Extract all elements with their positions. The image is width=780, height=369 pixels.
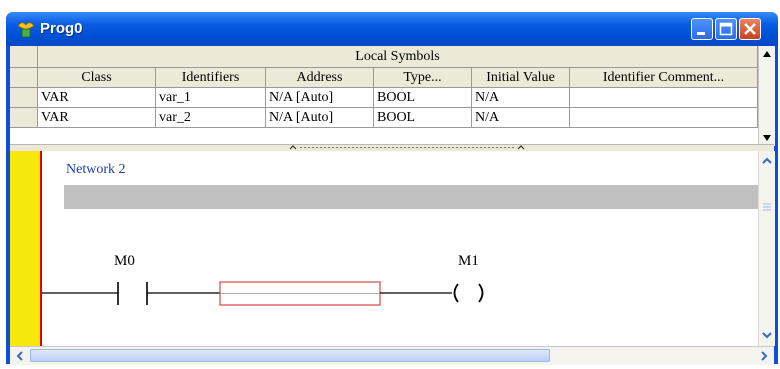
splitter-grip-icon[interactable] <box>288 145 528 150</box>
table-cell-class[interactable]: VAR <box>38 108 156 128</box>
column-header-type[interactable]: Type... <box>374 68 472 88</box>
scroll-left-icon[interactable] <box>12 348 28 364</box>
table-cell-type[interactable]: BOOL <box>374 108 472 128</box>
column-header-initial-value[interactable]: Initial Value <box>472 68 570 88</box>
table-cell-initial-value[interactable]: N/A <box>472 108 570 128</box>
column-header-identifiers[interactable]: Identifiers <box>156 68 266 88</box>
local-symbols-caption: Local Symbols <box>38 46 758 68</box>
normally-open-contact-icon[interactable] <box>117 282 148 305</box>
scroll-up-icon[interactable] <box>759 46 775 62</box>
row-header[interactable] <box>10 108 38 128</box>
table-cell-address[interactable]: N/A [Auto] <box>266 88 374 108</box>
maximize-button[interactable] <box>715 18 737 40</box>
close-button[interactable] <box>739 18 761 40</box>
table-cell-comment[interactable] <box>570 88 758 108</box>
column-header-identifier-comment[interactable]: Identifier Comment... <box>570 68 758 88</box>
table-cell-address[interactable]: N/A [Auto] <box>266 108 374 128</box>
table-cell-identifier[interactable]: var_1 <box>156 88 266 108</box>
row-header-blank <box>10 68 38 88</box>
window-title: Prog0 <box>40 20 83 37</box>
table-cell-identifier[interactable]: var_2 <box>156 108 266 128</box>
ladder-editor: Network 2 M0 M1 <box>10 151 775 365</box>
table-cell-type[interactable]: BOOL <box>374 88 472 108</box>
row-header[interactable] <box>10 88 38 108</box>
column-header-class[interactable]: Class <box>38 68 156 88</box>
table-cell-comment[interactable] <box>570 108 758 128</box>
ladder-vertical-scrollbar[interactable] <box>758 151 775 346</box>
ladder-horizontal-scrollbar[interactable] <box>10 346 774 365</box>
title-bar[interactable]: Prog0 <box>6 12 778 46</box>
ladder-rung <box>42 281 484 306</box>
corner-cell <box>10 46 38 68</box>
symbols-vertical-scrollbar[interactable] <box>758 46 775 146</box>
horizontal-scroll-thumb[interactable] <box>30 349 550 362</box>
table-cell-initial-value[interactable]: N/A <box>472 88 570 108</box>
program-icon <box>16 20 36 38</box>
table-cell-class[interactable]: VAR <box>38 88 156 108</box>
output-coil-icon[interactable] <box>453 283 484 303</box>
scroll-up-icon[interactable] <box>759 153 775 169</box>
column-header-address[interactable]: Address <box>266 68 374 88</box>
scroll-down-icon[interactable] <box>759 327 775 343</box>
local-symbols-table: Local Symbols Class Identifiers Address … <box>10 46 775 162</box>
window-client-area: Local Symbols Class Identifiers Address … <box>10 46 775 365</box>
scroll-right-icon[interactable] <box>756 348 772 364</box>
minimize-button[interactable] <box>691 18 713 40</box>
program-window: Prog0 Local Symbols Class Identifiers Ad… <box>6 12 778 365</box>
scroll-thumb-grip-icon[interactable] <box>759 199 775 215</box>
